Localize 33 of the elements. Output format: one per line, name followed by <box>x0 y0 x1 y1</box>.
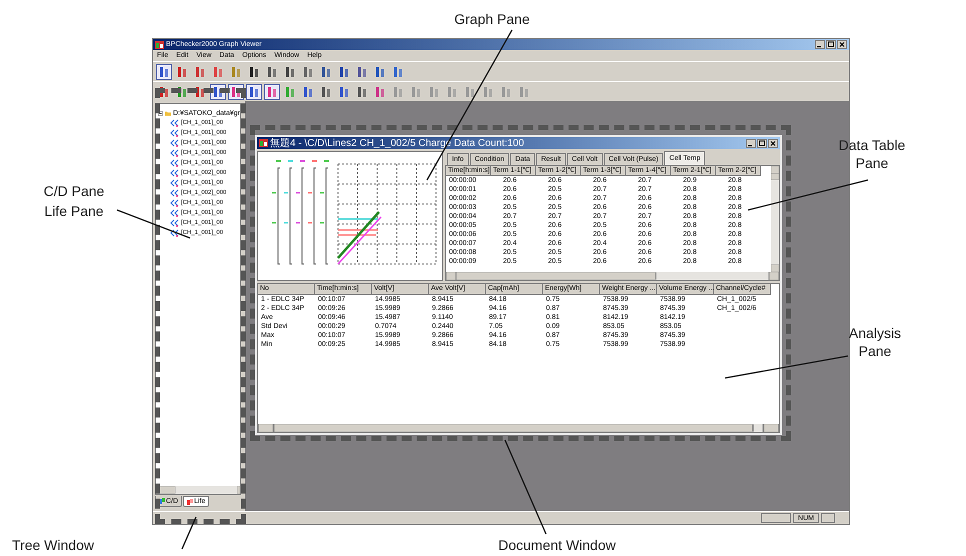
file-icon <box>170 149 179 157</box>
minimize-icon[interactable] <box>746 138 756 148</box>
maximize-icon[interactable] <box>826 40 836 49</box>
callout-label: Tree Window <box>11 536 95 554</box>
file-icon <box>170 219 179 227</box>
leader-line <box>181 516 197 550</box>
callout-label: Graph Pane <box>453 10 531 28</box>
app-icon <box>259 139 268 147</box>
file-icon <box>170 189 179 197</box>
file-icon <box>170 159 179 167</box>
callout-label: Document Window <box>497 536 617 554</box>
minimize-icon[interactable] <box>815 40 825 49</box>
tool-icon[interactable] <box>246 84 262 100</box>
file-icon <box>170 179 179 187</box>
file-icon <box>170 169 179 177</box>
file-icon <box>170 129 179 137</box>
callout-label: Life Pane <box>43 202 105 220</box>
close-icon[interactable] <box>837 40 847 49</box>
file-icon <box>170 229 179 237</box>
maximize-icon[interactable] <box>757 138 767 148</box>
vertical-scrollbar[interactable] <box>771 166 779 272</box>
horizontal-scrollbar[interactable] <box>446 272 779 280</box>
file-icon <box>170 199 179 207</box>
tool-icon[interactable] <box>156 64 172 80</box>
folder-icon <box>164 110 171 116</box>
app-icon <box>155 40 164 48</box>
close-icon[interactable] <box>768 138 778 148</box>
callout-label: C/D Pane <box>42 182 106 200</box>
file-icon <box>170 139 179 147</box>
horizontal-scrollbar[interactable] <box>258 424 779 432</box>
file-icon <box>170 119 179 127</box>
file-icon <box>170 209 179 217</box>
collapse-icon[interactable] <box>158 110 163 116</box>
